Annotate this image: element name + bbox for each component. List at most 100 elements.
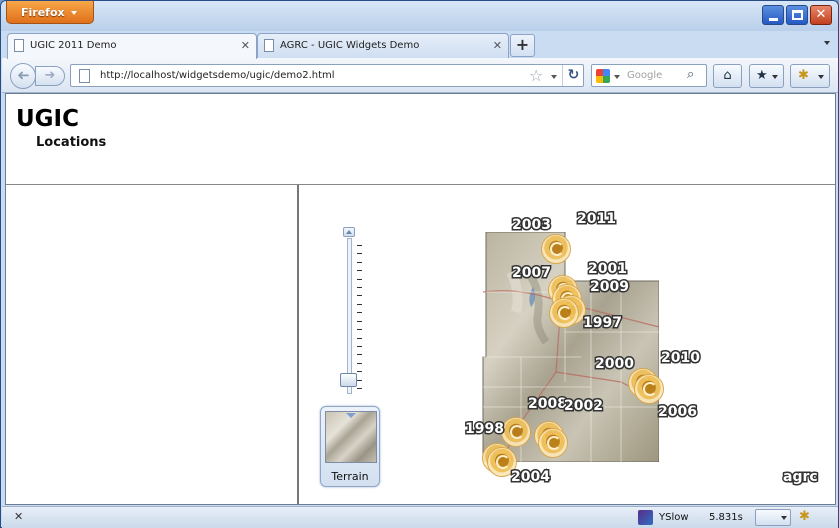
zoom-tick bbox=[357, 345, 362, 347]
url-bar[interactable]: http://localhost/widgetsdemo/ugic/demo2.… bbox=[70, 64, 584, 87]
left-panel bbox=[6, 185, 299, 504]
window-controls: ✕ bbox=[762, 5, 832, 25]
yslow-icon[interactable] bbox=[638, 510, 653, 525]
reload-icon[interactable]: ↻ bbox=[562, 65, 584, 86]
status-bar: ✕ YSlow 5.831s ✱ bbox=[2, 506, 838, 528]
close-icon: ✕ bbox=[815, 7, 827, 22]
year-label: 2004 bbox=[510, 468, 552, 487]
zoom-tick bbox=[357, 303, 362, 305]
page-title: UGIC bbox=[16, 106, 79, 132]
zoom-tick bbox=[357, 388, 362, 389]
tab-agrc-widgets[interactable]: AGRC - UGIC Widgets Demo ✕ bbox=[257, 33, 509, 58]
page-header: UGIC Locations bbox=[6, 94, 835, 185]
zoom-tick bbox=[357, 278, 362, 280]
chevron-down-icon bbox=[818, 75, 824, 79]
firefox-menu-button[interactable]: Firefox bbox=[6, 1, 94, 24]
maximize-icon bbox=[792, 10, 803, 20]
agrc-logo: agrc bbox=[782, 468, 820, 487]
location-marker[interactable] bbox=[538, 428, 568, 458]
minimize-button[interactable] bbox=[762, 5, 784, 25]
year-label: 2006 bbox=[657, 403, 699, 422]
google-engine-icon[interactable] bbox=[596, 69, 610, 83]
zoom-tick bbox=[357, 270, 362, 272]
zoom-slider-thumb[interactable] bbox=[340, 372, 357, 387]
zoom-tick bbox=[357, 261, 362, 263]
tab-close-icon[interactable]: ✕ bbox=[241, 39, 250, 52]
star-icon[interactable]: ☆ bbox=[529, 66, 543, 85]
basemap-label: Terrain bbox=[331, 470, 369, 483]
close-addon-bar-icon[interactable]: ✕ bbox=[14, 510, 23, 523]
search-placeholder: Google bbox=[627, 70, 663, 81]
new-tab-button[interactable]: + bbox=[510, 34, 535, 57]
year-label: 1998 bbox=[464, 420, 506, 439]
url-text[interactable]: http://localhost/widgetsdemo/ugic/demo2.… bbox=[100, 70, 335, 81]
search-engine-dropdown-icon[interactable] bbox=[614, 75, 620, 79]
terrain-thumbnail bbox=[325, 411, 377, 463]
yslow-label[interactable]: YSlow bbox=[659, 512, 689, 523]
firebug-icon[interactable]: ✱ bbox=[799, 509, 810, 524]
page-content: UGIC Locations Terrain 2003 2011 2007 20… bbox=[5, 93, 836, 505]
tab-title: AGRC - UGIC Widgets Demo bbox=[280, 40, 420, 51]
back-arrow-icon: ➜ bbox=[16, 66, 30, 84]
year-label: 2009 bbox=[589, 278, 631, 297]
chevron-down-icon bbox=[71, 11, 77, 15]
year-label: 1997 bbox=[582, 314, 624, 333]
map-panel[interactable]: Terrain 2003 2011 2007 2001 2009 1997 20… bbox=[301, 185, 835, 504]
zoom-tick bbox=[357, 245, 362, 246]
year-label: 2000 bbox=[594, 355, 636, 374]
zoom-tick bbox=[357, 337, 362, 339]
tab-close-icon[interactable]: ✕ bbox=[493, 39, 502, 52]
zoom-tick bbox=[357, 379, 362, 381]
year-label: 2010 bbox=[660, 349, 702, 368]
site-identity-icon[interactable] bbox=[79, 69, 90, 83]
home-icon: ⌂ bbox=[723, 68, 732, 83]
year-label: 2008 bbox=[527, 395, 569, 414]
location-marker[interactable] bbox=[634, 374, 664, 404]
forward-button[interactable]: ➜ bbox=[35, 66, 65, 86]
firefox-menu-label: Firefox bbox=[21, 6, 65, 19]
navigation-toolbar: ➜ ➜ http://localhost/widgetsdemo/ugic/de… bbox=[2, 58, 838, 93]
zoom-tick bbox=[357, 329, 362, 331]
page-load-time: 5.831s bbox=[709, 512, 743, 523]
tab-ugic-demo[interactable]: UGIC 2011 Demo ✕ bbox=[7, 33, 257, 59]
zoom-tick bbox=[357, 320, 362, 322]
status-tool-button[interactable] bbox=[755, 509, 791, 526]
year-label: 2007 bbox=[511, 264, 553, 283]
chevron-down-icon bbox=[781, 516, 787, 520]
title-bar: Firefox ✕ bbox=[1, 1, 838, 31]
close-window-button[interactable]: ✕ bbox=[810, 5, 832, 25]
page-icon bbox=[264, 39, 274, 52]
maximize-button[interactable] bbox=[786, 5, 808, 25]
zoom-tick bbox=[357, 312, 362, 314]
zoom-tick bbox=[357, 253, 362, 255]
year-label: 2011 bbox=[576, 210, 618, 229]
tab-strip: UGIC 2011 Demo ✕ AGRC - UGIC Widgets Dem… bbox=[2, 31, 838, 59]
magnifier-icon[interactable]: ⌕ bbox=[687, 67, 694, 82]
search-bar[interactable]: Google ⌕ bbox=[591, 64, 707, 87]
zoom-slider-track[interactable] bbox=[347, 238, 352, 394]
location-marker[interactable] bbox=[541, 234, 571, 264]
zoom-tick bbox=[357, 371, 362, 373]
zoom-in-button[interactable] bbox=[343, 227, 355, 237]
extension-button[interactable]: ✱ bbox=[790, 64, 830, 88]
back-button[interactable]: ➜ bbox=[10, 63, 36, 89]
year-label: 2003 bbox=[511, 216, 553, 235]
zoom-tick bbox=[357, 362, 362, 364]
zoom-tick bbox=[357, 295, 362, 297]
minimize-icon bbox=[769, 18, 778, 21]
bookmarks-button[interactable]: ★ bbox=[749, 64, 784, 88]
url-history-dropdown-icon[interactable] bbox=[551, 75, 557, 79]
home-button[interactable]: ⌂ bbox=[713, 64, 742, 88]
page-subtitle: Locations bbox=[36, 135, 107, 150]
year-label: 2001 bbox=[587, 260, 629, 279]
zoom-tick bbox=[357, 287, 362, 289]
browser-window: Firefox ✕ UGIC 2011 Demo ✕ AGRC - UGIC W… bbox=[0, 0, 839, 528]
location-marker[interactable] bbox=[501, 417, 531, 447]
forward-arrow-icon: ➜ bbox=[44, 68, 56, 83]
tab-title: UGIC 2011 Demo bbox=[30, 40, 117, 51]
basemap-toggle[interactable]: Terrain bbox=[320, 406, 380, 487]
location-marker[interactable] bbox=[549, 298, 579, 328]
list-all-tabs-icon[interactable] bbox=[824, 41, 830, 45]
year-label: 2002 bbox=[563, 397, 605, 416]
chevron-down-icon bbox=[772, 75, 778, 79]
